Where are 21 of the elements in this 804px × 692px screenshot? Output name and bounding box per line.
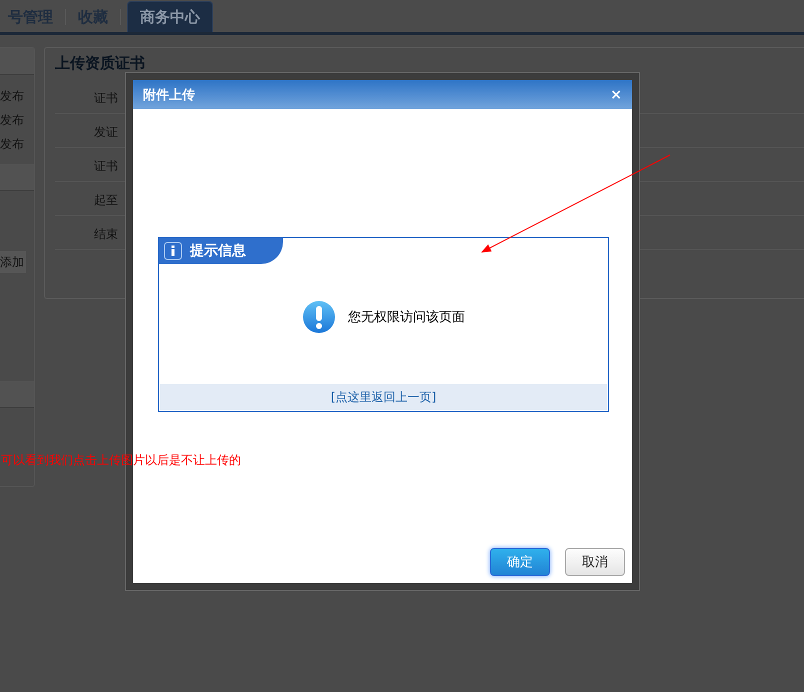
sidebar-item[interactable]: 发布 (0, 87, 34, 106)
info-icon (164, 242, 182, 260)
back-link[interactable]: [点这里返回上一页] (330, 388, 436, 406)
add-button[interactable]: 添加 (0, 251, 26, 273)
sidebar-item[interactable]: 发布 (0, 135, 34, 154)
field-label: 起至 (94, 193, 118, 207)
dialog-title: 附件上传 (143, 86, 195, 104)
message-title: 提示信息 (190, 242, 246, 260)
field-label: 发证 (94, 125, 118, 139)
exclamation-icon (302, 300, 336, 334)
confirm-button[interactable]: 确定 (490, 548, 550, 576)
panel-title: 上传资质证书 (55, 54, 146, 74)
message-text: 您无权限访问该页面 (348, 309, 465, 326)
field-label: 证书 (94, 159, 118, 173)
cancel-button[interactable]: 取消 (565, 548, 625, 576)
tab[interactable]: 商务中心 (127, 1, 213, 32)
field-label: 结束 (94, 227, 118, 241)
field-label: 证书 (94, 91, 118, 105)
annotation-text: 可以看到我们点击上传图片以后是不让上传的 (1, 452, 241, 469)
close-button[interactable]: × (610, 86, 622, 102)
sidebar-item[interactable]: 发布 (0, 111, 34, 130)
